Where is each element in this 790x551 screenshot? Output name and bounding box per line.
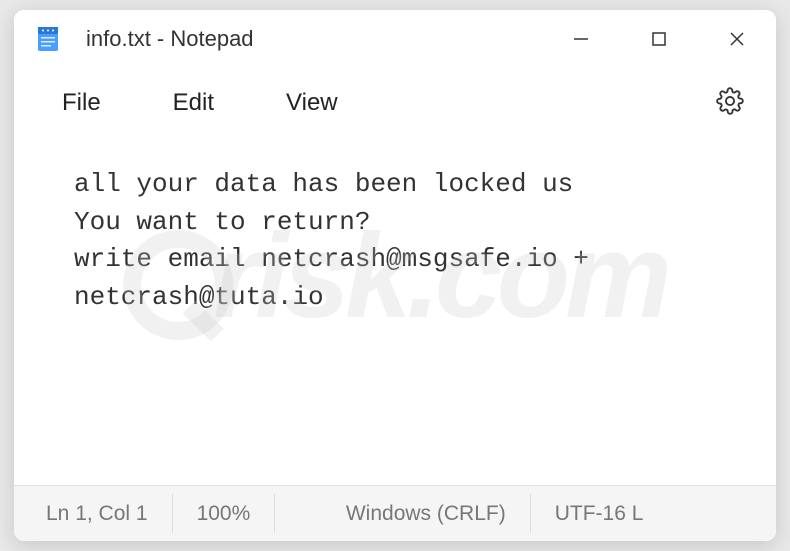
titlebar[interactable]: info.txt - Notepad — [14, 10, 776, 68]
menubar: File Edit View — [14, 68, 776, 138]
status-cursor-position[interactable]: Ln 1, Col 1 — [14, 494, 173, 533]
status-encoding[interactable]: UTF-16 L — [531, 494, 668, 533]
status-zoom[interactable]: 100% — [173, 494, 276, 533]
gear-icon — [716, 87, 744, 115]
text-editor-content[interactable]: all your data has been locked us You wan… — [14, 138, 776, 485]
maximize-button[interactable] — [620, 10, 698, 68]
notepad-window: info.txt - Notepad File Edit View all yo… — [14, 10, 776, 541]
menu-edit[interactable]: Edit — [143, 79, 244, 127]
notepad-icon — [34, 25, 62, 53]
window-controls — [542, 10, 776, 68]
menu-file[interactable]: File — [32, 79, 131, 127]
statusbar: Ln 1, Col 1 100% Windows (CRLF) UTF-16 L — [14, 485, 776, 541]
status-line-ending[interactable]: Windows (CRLF) — [322, 494, 531, 533]
settings-button[interactable] — [702, 77, 758, 130]
window-title: info.txt - Notepad — [86, 26, 542, 52]
close-button[interactable] — [698, 10, 776, 68]
minimize-button[interactable] — [542, 10, 620, 68]
menu-view[interactable]: View — [256, 79, 368, 127]
